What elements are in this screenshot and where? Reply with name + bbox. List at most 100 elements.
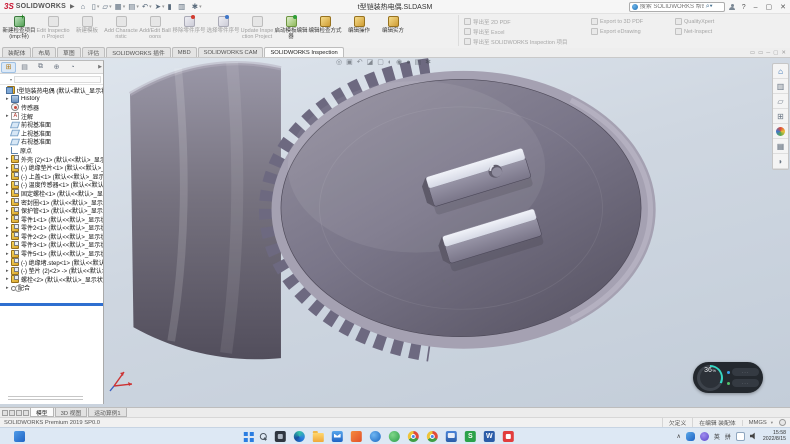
tree-item[interactable]: ▸ 零件2<1> (默认<<默认>_显示状 <box>0 224 103 233</box>
doc-new-window-icon[interactable]: ▭ <box>750 50 755 56</box>
ribbon-tab[interactable]: SOLIDWORKS CAM <box>198 47 264 57</box>
search-scope-icon[interactable] <box>632 4 638 10</box>
close-button[interactable]: ✕ <box>778 3 788 11</box>
configurationmanager-tab[interactable]: ⧉ <box>33 62 48 73</box>
ribbon-tab[interactable]: 装配体 <box>2 47 31 57</box>
taskbar-app-icon[interactable] <box>503 431 514 442</box>
quick-access-button[interactable]: ➤▾ <box>155 2 165 11</box>
splitter-button[interactable] <box>16 410 22 416</box>
export-menu-item[interactable]: QualityXpert <box>675 17 714 26</box>
tree-item[interactable]: ▸ 外壳 (2)<1> (默认<<默认>_显示状 <box>0 155 103 164</box>
tree-item[interactable]: ▸ 密封圈<1> (默认<<默认>_显示状 <box>0 198 103 207</box>
taskbar-app-icon[interactable]: S <box>465 431 476 442</box>
tree-item[interactable]: ▸ 零件5<1> (默认<<默认>_显示状 <box>0 249 103 258</box>
chat-icon[interactable] <box>736 432 745 441</box>
ribbon-button[interactable]: 编辑实方 <box>376 15 410 48</box>
export-menu-item[interactable]: 导出至 2D PDF <box>464 17 567 26</box>
splitter-button[interactable] <box>23 410 29 416</box>
minimize-button[interactable]: – <box>752 4 760 11</box>
quick-access-button[interactable]: ▯▾ <box>92 2 100 11</box>
dropdown-caret-icon[interactable]: ▾ <box>97 4 100 10</box>
help-button[interactable]: ? <box>740 4 748 11</box>
task-pane-tab[interactable] <box>773 124 788 139</box>
view-tool-icon[interactable]: ● <box>406 59 410 66</box>
quick-access-button[interactable]: ▥▾ <box>178 2 189 11</box>
tree-item[interactable]: ▸ 零件1<1> (默认<<默认>_显示状态 <box>0 215 103 224</box>
taskbar-app-icon[interactable] <box>389 431 400 442</box>
help-search-box[interactable]: ⌕▾ <box>629 2 725 12</box>
splitter-button[interactable] <box>9 410 15 416</box>
ribbon-tab[interactable]: 布局 <box>32 47 56 57</box>
units-caret-icon[interactable]: ▾ <box>771 420 773 426</box>
recorder-widget[interactable]: 36% ··· ··· <box>693 362 763 393</box>
login-icon[interactable] <box>729 4 736 11</box>
ribbon-button[interactable]: 新建模板 <box>70 15 104 48</box>
tree-item[interactable]: ▸ 零件3<1> (默认<<默认>_显示状 <box>0 241 103 250</box>
task-pane-tab[interactable]: ⌂ <box>773 64 788 79</box>
tree-item[interactable]: ▸ 上视基准面 <box>0 129 103 138</box>
filter-caret-icon[interactable]: ▾ <box>10 77 12 82</box>
quick-access-button[interactable]: ▦▾ <box>115 2 126 11</box>
tray-overflow-icon[interactable]: ∧ <box>676 433 680 440</box>
export-menu-item[interactable]: Export to 3D PDF <box>591 17 643 26</box>
view-tool-icon[interactable]: ◐ <box>388 59 392 66</box>
taskbar-app-icon[interactable] <box>244 432 248 436</box>
widget-button-top[interactable]: ··· <box>732 368 759 376</box>
dropdown-caret-icon[interactable]: ▾ <box>149 4 152 10</box>
tree-item[interactable]: ▸ (-) 绝缘垫片<1> (默认<<默认>_显 <box>0 163 103 172</box>
filter-input[interactable] <box>14 76 101 83</box>
tree-item[interactable]: ▸ (-) 上盖<1> (默认<<默认>_显示状 <box>0 172 103 181</box>
quick-access-button[interactable]: ⌂▾ <box>81 2 89 11</box>
taskbar-clock[interactable]: 15:58 2022/8/15 <box>763 430 786 442</box>
ribbon-button[interactable]: 选择零件序号 <box>206 15 240 48</box>
task-pane-tab[interactable]: ▥ <box>773 79 788 94</box>
taskbar-app-icon[interactable] <box>275 431 286 442</box>
taskbar-app-icon[interactable]: W <box>484 431 495 442</box>
status-tag-icon[interactable] <box>779 419 786 426</box>
tree-item[interactable]: ▸ 零件2<2> (默认<<默认>_显示状 <box>0 232 103 241</box>
export-menu-item[interactable]: 导出至 SOLIDWORKS Inspection 项目 <box>464 37 567 46</box>
ribbon-tab[interactable]: 评估 <box>82 47 106 57</box>
menu-flyout-arrow[interactable]: ▶ <box>70 3 75 10</box>
quick-access-button[interactable]: ▮▾ <box>168 2 176 11</box>
ime-lang-en[interactable]: 英 <box>714 432 720 441</box>
task-pane-tab[interactable]: ◗ <box>773 154 788 169</box>
task-pane-tab[interactable]: ⊞ <box>773 109 788 124</box>
taskbar-app-icon[interactable] <box>427 431 438 442</box>
ribbon-button[interactable]: Add Characteristic <box>104 15 138 48</box>
view-tool-icon[interactable]: ↶ <box>357 58 363 66</box>
export-menu-item[interactable]: 导出至 Excel <box>464 27 567 36</box>
export-menu-item[interactable]: Net-Inspect <box>675 27 714 36</box>
search-input[interactable] <box>640 4 704 10</box>
task-pane-tab[interactable]: ▱ <box>773 94 788 109</box>
taskbar-app-icon[interactable] <box>313 433 324 442</box>
propertymanager-tab[interactable]: ▤ <box>17 62 32 73</box>
ribbon-tab[interactable]: 草图 <box>57 47 81 57</box>
tree-item[interactable]: ▸ 前视基准面 <box>0 120 103 129</box>
view-tool-icon[interactable]: ◎ <box>336 58 342 66</box>
ribbon-tab[interactable]: SOLIDWORKS 插件 <box>106 47 171 57</box>
view-tool-icon[interactable]: ▢ <box>377 58 384 66</box>
taskbar-app-icon[interactable] <box>332 431 343 442</box>
tree-item[interactable]: ▸ 螺栓<2> (默认<<默认>_显示状态 <box>0 275 103 284</box>
taskbar-app-icon[interactable] <box>294 431 305 442</box>
ime-lang-pinyin[interactable]: 拼 <box>725 432 731 441</box>
feature-tree-tab[interactable]: ⊞ <box>1 62 16 73</box>
view-tool-icon[interactable]: ✱ <box>425 58 431 66</box>
tree-item[interactable]: ▸ 右视基准面 <box>0 138 103 147</box>
taskbar-app-icon[interactable] <box>408 431 419 442</box>
tree-item[interactable]: ▸ 固定螺栓<1> (默认<<默认>_显示 <box>0 189 103 198</box>
tree-item[interactable]: ▸ 原点 <box>0 146 103 155</box>
panel-resize-grip[interactable] <box>0 394 103 404</box>
restore-button[interactable]: ▢ <box>764 3 775 11</box>
quick-access-button[interactable]: ▱▾ <box>102 2 111 11</box>
ribbon-button[interactable]: 移除零件序号 <box>172 15 206 48</box>
3d-model-thermocouple-assembly[interactable] <box>0 58 790 407</box>
ribbon-button[interactable]: 编辑操作 <box>342 15 376 48</box>
dropdown-caret-icon[interactable]: ▾ <box>136 4 139 10</box>
onedrive-icon[interactable] <box>686 432 695 441</box>
model-tab[interactable]: 3D 视图 <box>55 408 88 417</box>
tree-item[interactable]: ▸ (-) 绝缘堵.step<1> (默认<<默认> <box>0 258 103 267</box>
ime-tool-icon[interactable] <box>700 432 709 441</box>
ribbon-button[interactable]: Update Inspection Project <box>240 15 274 48</box>
